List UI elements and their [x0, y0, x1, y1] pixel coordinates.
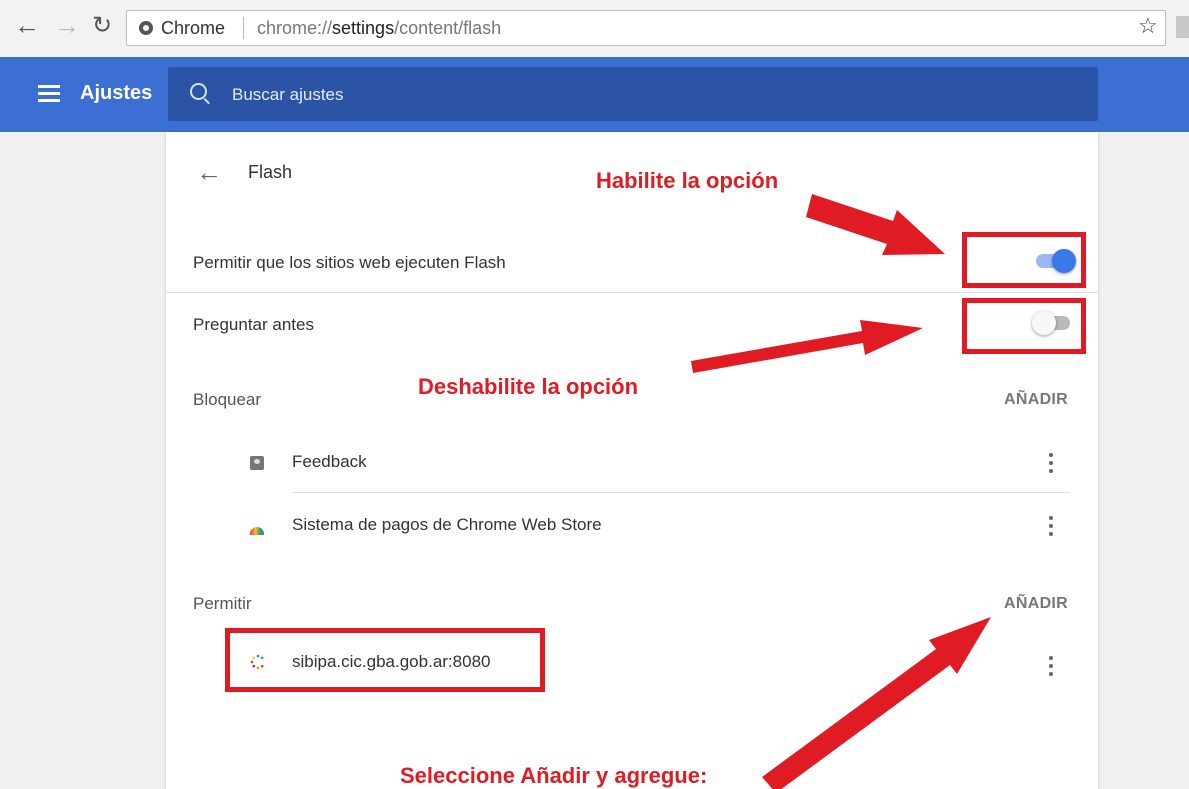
- divider: [292, 492, 1070, 493]
- menu-icon[interactable]: [38, 85, 60, 103]
- chrome-web-store-icon: [250, 527, 264, 535]
- header-title: Ajustes: [80, 82, 153, 104]
- browser-toolbar: ← → ↻ Chrome chrome://settings/content/f…: [0, 0, 1189, 58]
- more-vert-icon[interactable]: [1049, 453, 1053, 473]
- annotation-disable: Deshabilite la opción: [418, 374, 639, 399]
- annotation-add: Seleccione Añadir y agregue:: [400, 763, 708, 788]
- back-arrow-icon[interactable]: ←: [196, 157, 222, 188]
- extension-icon[interactable]: [1176, 16, 1189, 38]
- block-section-label: Bloquear: [193, 390, 262, 409]
- feedback-icon: [250, 456, 264, 470]
- allow-add-button[interactable]: AÑADIR: [1004, 595, 1068, 613]
- toggle-highlight-box: [962, 232, 1086, 288]
- allow-section-label: Permitir: [193, 594, 252, 613]
- toggle-highlight-box: [962, 298, 1086, 354]
- omnibox-separator: [243, 17, 244, 39]
- origin-chip-label: Chrome: [161, 18, 226, 38]
- forward-icon[interactable]: →: [54, 12, 80, 38]
- search-icon: [190, 83, 207, 100]
- block-site-label: Sistema de pagos de Chrome Web Store: [292, 515, 602, 534]
- url-path: /content/flash: [394, 18, 502, 38]
- url-host: settings: [332, 18, 395, 38]
- bookmark-star-icon[interactable]: ☆: [1138, 13, 1158, 39]
- site-highlight-box: [225, 628, 545, 692]
- origin-chip: Chrome: [139, 18, 225, 39]
- block-site-label: Feedback: [292, 452, 367, 471]
- divider: [166, 292, 1098, 293]
- annotation-enable: Habilite la opción: [596, 168, 779, 193]
- search-box[interactable]: [168, 67, 1098, 121]
- block-add-button[interactable]: AÑADIR: [1004, 391, 1068, 409]
- settings-header: Ajustes: [0, 57, 1189, 132]
- back-icon[interactable]: ←: [14, 12, 40, 38]
- chrome-icon: [139, 21, 153, 35]
- reload-icon[interactable]: ↻: [92, 14, 112, 38]
- url-prefix: chrome://: [257, 18, 333, 38]
- more-vert-icon[interactable]: [1049, 656, 1053, 676]
- more-vert-icon[interactable]: [1049, 516, 1053, 536]
- search-input[interactable]: [230, 81, 1034, 109]
- ask-first-label: Preguntar antes: [193, 315, 314, 334]
- url-text[interactable]: chrome://settings/content/flash: [257, 18, 501, 39]
- allow-flash-label: Permitir que los sitios web ejecuten Fla…: [193, 253, 506, 272]
- page-title: Flash: [248, 162, 293, 182]
- address-bar[interactable]: Chrome chrome://settings/content/flash: [126, 10, 1166, 46]
